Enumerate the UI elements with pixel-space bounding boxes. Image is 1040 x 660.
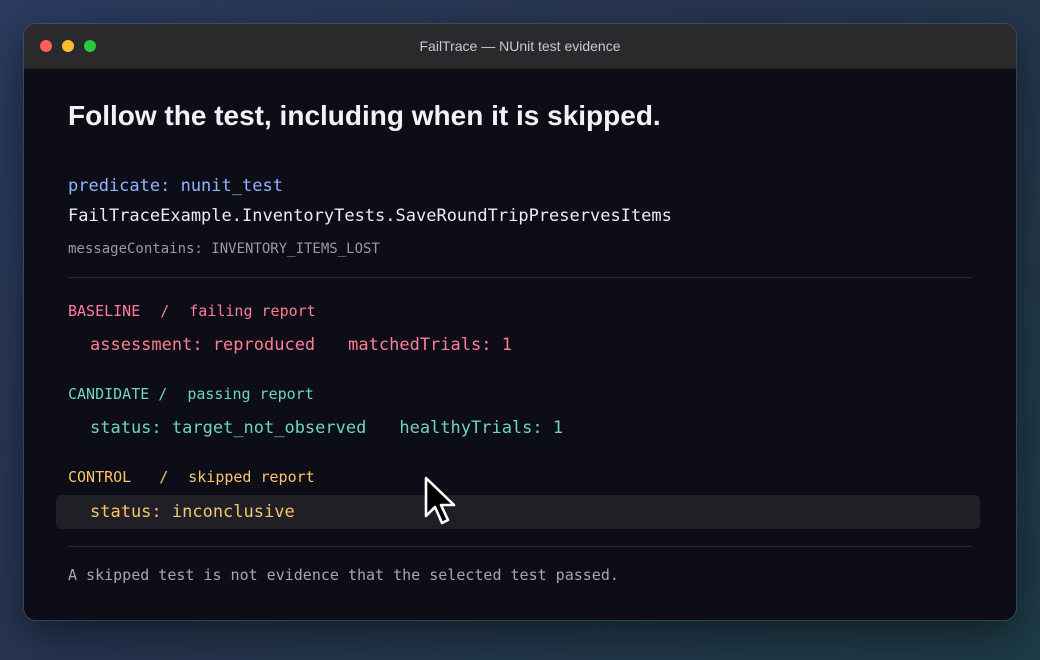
baseline-assessment: assessment: reproduced: [90, 335, 316, 355]
control-status: status: inconclusive: [90, 502, 295, 522]
control-report: skipped report: [188, 468, 315, 486]
footer-note: A skipped test is not evidence that the …: [68, 566, 619, 584]
page-heading: Follow the test, including when it is sk…: [68, 100, 661, 131]
candidate-label: CANDIDATE: [68, 385, 150, 403]
control-label: CONTROL: [68, 468, 132, 486]
control-header: CONTROL / skipped report: [68, 468, 315, 486]
candidate-separator: /: [158, 385, 168, 403]
mouse-pointer-icon: [424, 476, 456, 525]
baseline-separator: /: [160, 302, 170, 320]
candidate-report: passing report: [187, 385, 314, 403]
candidate-details: status: target_not_observed healthyTrials…: [90, 418, 563, 438]
divider-top: [68, 277, 972, 278]
window-title: FailTrace — NUnit test evidence: [419, 38, 621, 54]
app-window: FailTrace — NUnit test evidence Follow t…: [24, 24, 1016, 620]
baseline-matched-trials: matchedTrials: 1: [348, 335, 512, 355]
baseline-report: failing report: [189, 302, 316, 320]
baseline-header: BASELINE / failing report: [68, 302, 316, 320]
candidate-status: status: target_not_observed: [90, 418, 367, 438]
baseline-label: BASELINE: [68, 302, 141, 320]
candidate-healthy-trials: healthyTrials: 1: [399, 418, 564, 438]
title-bar: FailTrace — NUnit test evidence: [24, 24, 1016, 69]
control-separator: /: [159, 468, 169, 486]
divider-bottom: [68, 546, 972, 547]
control-details[interactable]: status: inconclusive: [90, 502, 295, 522]
test-name: FailTraceExample.InventoryTests.SaveRoun…: [68, 206, 672, 226]
message-contains: messageContains: INVENTORY_ITEMS_LOST: [68, 241, 380, 257]
candidate-header: CANDIDATE / passing report: [68, 385, 314, 403]
predicate-line: predicate: nunit_test: [68, 176, 283, 196]
baseline-details: assessment: reproduced matchedTrials: 1: [90, 335, 512, 355]
evidence-panel: Follow the test, including when it is sk…: [56, 68, 980, 620]
